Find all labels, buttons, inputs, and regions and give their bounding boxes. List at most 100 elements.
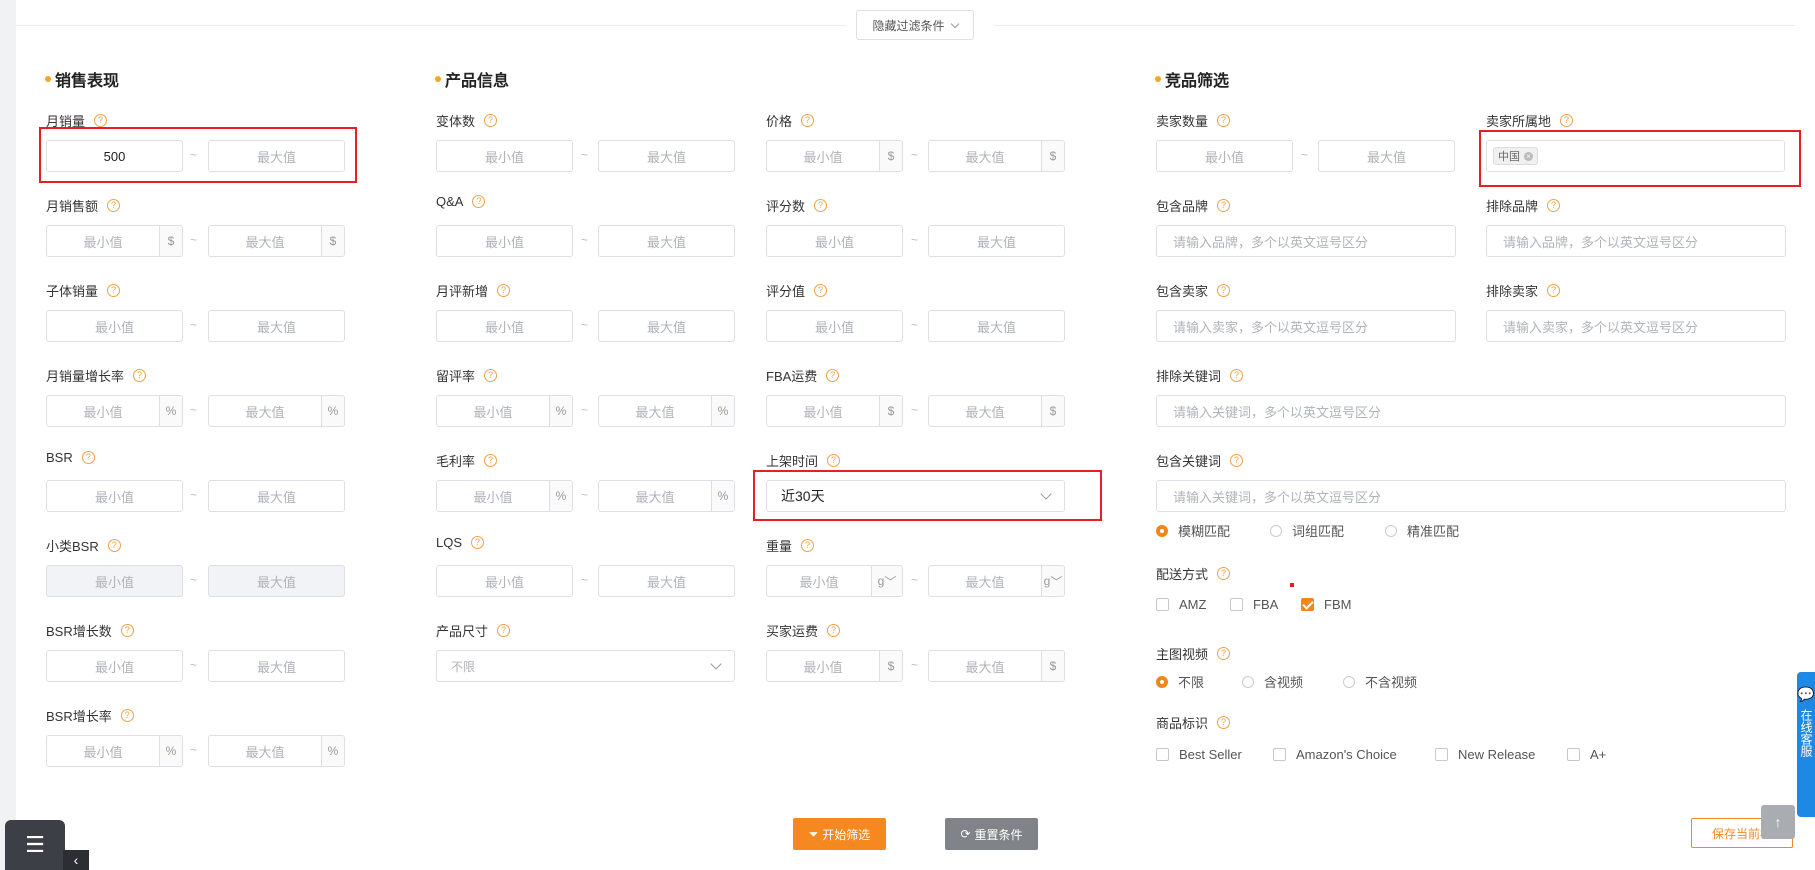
badge-amazons-choice-checkbox[interactable]: Amazon's Choice — [1273, 747, 1397, 762]
gross-margin-min-input[interactable]: 最小值% — [436, 480, 573, 512]
variants-max-input[interactable]: 最大值 — [598, 140, 735, 172]
collapse-panel-button[interactable]: ☰ — [5, 820, 65, 870]
bsr-min-input[interactable]: 最小值 — [46, 480, 183, 512]
help-icon[interactable]: ? — [1217, 114, 1231, 127]
help-icon[interactable]: ? — [484, 369, 498, 382]
help-icon[interactable]: ? — [1217, 567, 1231, 580]
help-icon[interactable]: ? — [1230, 454, 1244, 467]
help-icon[interactable]: ? — [107, 199, 121, 212]
bsr-growth-rate-min-input[interactable]: 最小值% — [46, 735, 183, 767]
sales-growth-min-input[interactable]: 最小值% — [46, 395, 183, 427]
help-icon[interactable]: ? — [1230, 369, 1244, 382]
sales-growth-max-input[interactable]: 最大值% — [208, 395, 345, 427]
help-icon[interactable]: ? — [472, 195, 486, 208]
start-filter-button[interactable]: ⏷ 开始筛选 — [793, 818, 886, 850]
help-icon[interactable]: ? — [1217, 284, 1231, 297]
exclude-seller-input[interactable]: 请输入卖家，多个以英文逗号区分 — [1486, 310, 1786, 342]
weight-max-input[interactable]: 最大值 g ﹀ — [928, 565, 1065, 597]
help-icon[interactable]: ? — [81, 451, 95, 464]
gross-margin-max-input[interactable]: 最大值% — [598, 480, 735, 512]
ratings-count-min-input[interactable]: 最小值 — [766, 225, 903, 257]
video-any-radio[interactable]: 不限 — [1156, 672, 1204, 691]
help-icon[interactable]: ? — [120, 709, 134, 722]
help-icon[interactable]: ? — [814, 284, 828, 297]
weight-min-input[interactable]: 最小值 g ﹀ — [766, 565, 903, 597]
price-min-input[interactable]: 最小值 $ — [766, 140, 903, 172]
help-icon[interactable]: ? — [497, 284, 511, 297]
badge-a-plus-checkbox[interactable]: A+ — [1567, 747, 1606, 762]
review-rate-max-input[interactable]: 最大值% — [598, 395, 735, 427]
help-icon[interactable]: ? — [801, 539, 815, 552]
help-icon[interactable]: ? — [1217, 716, 1231, 729]
exclude-brand-input[interactable]: 请输入品牌，多个以英文逗号区分 — [1486, 225, 1786, 257]
monthly-reviews-max-input[interactable]: 最大值 — [598, 310, 735, 342]
help-icon[interactable]: ? — [484, 114, 498, 127]
help-icon[interactable]: ? — [827, 624, 841, 637]
qa-min-input[interactable]: 最小值 — [436, 225, 573, 257]
help-icon[interactable]: ? — [1217, 199, 1231, 212]
fba-fee-max-input[interactable]: 最大值 $ — [928, 395, 1065, 427]
help-icon[interactable]: ? — [826, 369, 840, 382]
monthly-reviews-min-input[interactable]: 最小值 — [436, 310, 573, 342]
help-icon[interactable]: ? — [1547, 284, 1561, 297]
match-fuzzy-radio[interactable]: 模糊匹配 — [1156, 521, 1230, 540]
help-icon[interactable]: ? — [94, 114, 108, 127]
child-sales-min-input[interactable]: 最小值 — [46, 310, 183, 342]
bsr-max-input[interactable]: 最大值 — [208, 480, 345, 512]
delivery-amz-checkbox[interactable]: AMZ — [1156, 597, 1206, 612]
badge-new-release-checkbox[interactable]: New Release — [1435, 747, 1535, 762]
qa-max-input[interactable]: 最大值 — [598, 225, 735, 257]
lqs-min-input[interactable]: 最小值 — [436, 565, 573, 597]
fba-fee-min-input[interactable]: 最小值 $ — [766, 395, 903, 427]
variants-min-input[interactable]: 最小值 — [436, 140, 573, 172]
rating-value-max-input[interactable]: 最大值 — [928, 310, 1065, 342]
help-icon[interactable]: ? — [1560, 114, 1574, 127]
help-icon[interactable]: ? — [1547, 199, 1561, 212]
match-exact-radio[interactable]: 精准匹配 — [1385, 521, 1459, 540]
match-phrase-radio[interactable]: 词组匹配 — [1270, 521, 1344, 540]
monthly-revenue-max-input[interactable]: 最大值 $ — [208, 225, 345, 257]
help-icon[interactable]: ? — [133, 369, 147, 382]
help-icon[interactable]: ? — [471, 536, 485, 549]
rating-value-min-input[interactable]: 最小值 — [766, 310, 903, 342]
help-icon[interactable]: ? — [801, 114, 815, 127]
video-with-radio[interactable]: 含视频 — [1242, 672, 1303, 691]
price-max-input[interactable]: 最大值 $ — [928, 140, 1065, 172]
help-icon[interactable]: ? — [1217, 647, 1231, 660]
exclude-keyword-input[interactable]: 请输入关键词，多个以英文逗号区分 — [1156, 395, 1786, 427]
seller-count-min-input[interactable]: 最小值 — [1156, 140, 1293, 172]
bsr-growth-min-input[interactable]: 最小值 — [46, 650, 183, 682]
help-icon[interactable]: ? — [107, 539, 121, 552]
help-icon[interactable]: ? — [484, 454, 498, 467]
bsr-growth-rate-max-input[interactable]: 最大值% — [208, 735, 345, 767]
video-without-radio[interactable]: 不含视频 — [1343, 672, 1417, 691]
ratings-count-max-input[interactable]: 最大值 — [928, 225, 1065, 257]
side-toggle-button[interactable]: ‹ — [63, 850, 89, 870]
delivery-fbm-checkbox[interactable]: FBM — [1301, 597, 1351, 612]
seller-count-max-input[interactable]: 最大值 — [1318, 140, 1455, 172]
include-brand-input[interactable]: 请输入品牌，多个以英文逗号区分 — [1156, 225, 1456, 257]
help-icon[interactable]: ? — [120, 624, 134, 637]
monthly-revenue-min-input[interactable]: 最小值 $ — [46, 225, 183, 257]
include-keyword-input[interactable]: 请输入关键词，多个以英文逗号区分 — [1156, 480, 1786, 512]
online-service-tab[interactable]: 💬 在线客服 — [1797, 672, 1815, 817]
gram-unit-select[interactable]: g ﹀ — [1041, 566, 1064, 596]
badge-best-seller-checkbox[interactable]: Best Seller — [1156, 747, 1242, 762]
gram-unit-select[interactable]: g ﹀ — [871, 566, 902, 596]
child-sales-max-input[interactable]: 最大值 — [208, 310, 345, 342]
hide-filters-button[interactable]: 隐藏过滤条件 — [856, 10, 974, 40]
product-size-select[interactable]: 不限 — [436, 650, 735, 682]
buyer-shipping-min-input[interactable]: 最小值 $ — [766, 650, 903, 682]
help-icon[interactable]: ? — [814, 199, 828, 212]
reset-button[interactable]: ⟳ 重置条件 — [945, 818, 1038, 850]
lqs-max-input[interactable]: 最大值 — [598, 565, 735, 597]
buyer-shipping-max-input[interactable]: 最大值 $ — [928, 650, 1065, 682]
back-to-top-button[interactable]: ↑ — [1761, 805, 1795, 839]
help-icon[interactable]: ? — [827, 454, 841, 467]
review-rate-min-input[interactable]: 最小值% — [436, 395, 573, 427]
help-icon[interactable]: ? — [497, 624, 511, 637]
bsr-growth-max-input[interactable]: 最大值 — [208, 650, 345, 682]
delivery-fba-checkbox[interactable]: FBA — [1230, 597, 1278, 612]
include-seller-input[interactable]: 请输入卖家，多个以英文逗号区分 — [1156, 310, 1456, 342]
help-icon[interactable]: ? — [107, 284, 121, 297]
